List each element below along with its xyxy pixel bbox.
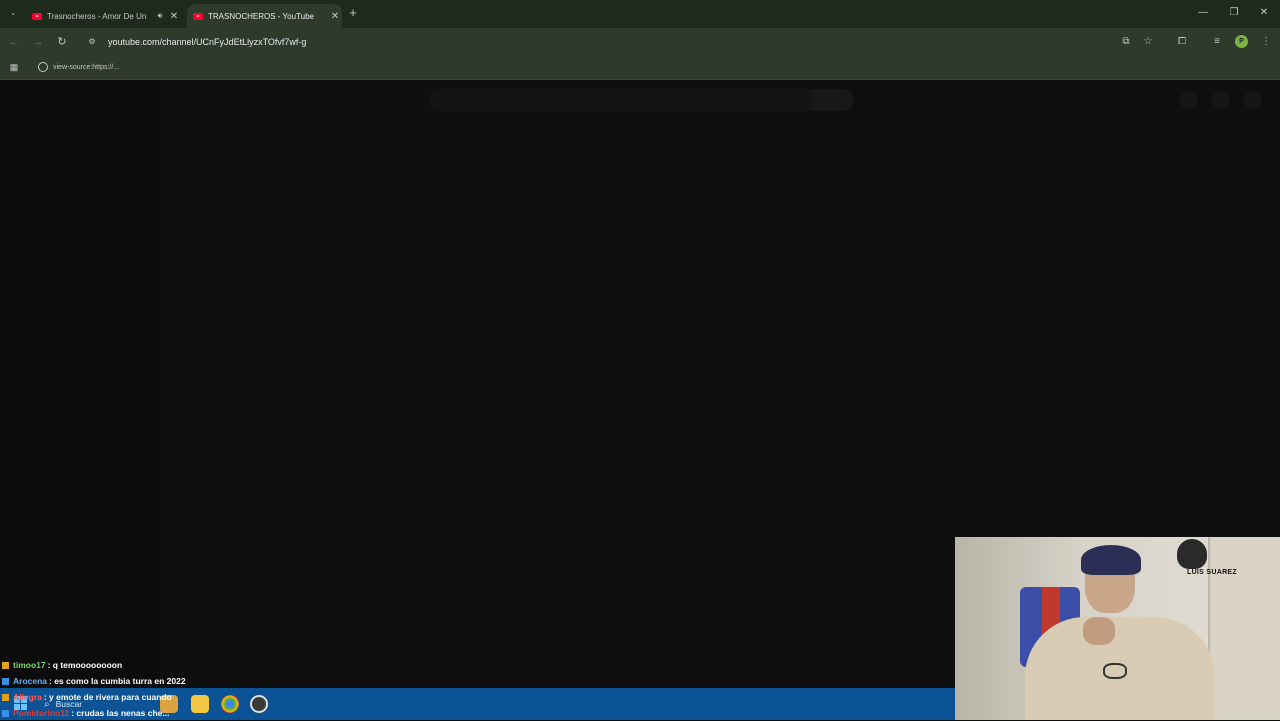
forward-icon[interactable]: → bbox=[30, 34, 46, 50]
chat-text: : es como la cumbia turra en 2022 bbox=[49, 675, 186, 686]
chat-message: Arocena : es como la cumbia turra en 202… bbox=[2, 673, 302, 689]
chat-badge-icon bbox=[2, 693, 9, 701]
stream-chat-overlay: timoo17 : q temoooooooon Arocena : es co… bbox=[2, 657, 302, 721]
close-icon[interactable]: ✕ bbox=[328, 11, 342, 22]
reload-icon[interactable]: ↻ bbox=[54, 34, 70, 50]
chat-username: Allegra bbox=[13, 691, 42, 702]
tab-title: TRASNOCHEROS - YouTube bbox=[208, 11, 314, 21]
media-controls-icon[interactable]: ≡ bbox=[1209, 34, 1225, 50]
kebab-menu-icon[interactable]: ⋮ bbox=[1258, 34, 1274, 50]
streamer-hair bbox=[1081, 545, 1141, 575]
chat-message: Pomidorino11 : crudas las nenas che... bbox=[2, 705, 302, 721]
chat-username: timoo17 bbox=[13, 659, 46, 670]
close-window-icon[interactable]: ✕ bbox=[1254, 6, 1274, 20]
chat-text: : y emote de rivera para cuando bbox=[43, 691, 172, 702]
address-bar[interactable]: ⚙ youtube.com/channel/UCnFyJdEtLlyzxTOfv… bbox=[80, 31, 1120, 53]
tab-trasnocheros-channel[interactable]: TRASNOCHEROS - YouTube ✕ bbox=[187, 4, 342, 28]
avatar-skeleton bbox=[1212, 91, 1230, 109]
restore-icon[interactable]: ❐ bbox=[1224, 6, 1244, 20]
search-skeleton bbox=[428, 89, 812, 111]
globe-icon bbox=[38, 62, 48, 72]
chevron-down-icon[interactable]: ⌄ bbox=[6, 7, 20, 21]
bookmark-view-source[interactable]: view-source:https://... bbox=[38, 60, 119, 74]
avatar-skeleton bbox=[1180, 91, 1198, 109]
tab-title: Trasnocheros - Amor De Un bbox=[47, 11, 147, 21]
site-info-icon[interactable]: ⚙ bbox=[86, 36, 98, 48]
chat-message: Allegra : y emote de rivera para cuando bbox=[2, 689, 302, 705]
apps-grid-icon[interactable]: ▦ bbox=[8, 61, 20, 73]
url-text: youtube.com/channel/UCnFyJdEtLlyzxTOfvf7… bbox=[108, 37, 307, 47]
youtube-icon bbox=[193, 12, 203, 20]
avatar-skeleton bbox=[1244, 91, 1262, 109]
chat-username: Pomidorino11 bbox=[13, 707, 70, 718]
tab-strip: ⌄ Trasnocheros - Amor De Un 🔊︎ ✕ TRASNOC… bbox=[0, 0, 1280, 28]
tab-trasnocheros-video[interactable]: Trasnocheros - Amor De Un 🔊︎ ✕ bbox=[26, 4, 181, 28]
browser-toolbar: ← → ↻ ⚙ youtube.com/channel/UCnFyJdEtLly… bbox=[0, 28, 1280, 55]
back-icon[interactable]: ← bbox=[6, 34, 22, 50]
chat-text: : crudas las nenas che... bbox=[71, 707, 170, 718]
install-icon[interactable]: ⧉ bbox=[1118, 34, 1134, 50]
webcam-overlay: LUIS SUAREZ bbox=[955, 537, 1280, 720]
bookmark-label: view-source:https://... bbox=[53, 63, 120, 71]
chat-badge-icon bbox=[2, 709, 9, 717]
search-button-skeleton bbox=[812, 89, 854, 111]
new-tab-icon[interactable]: + bbox=[346, 6, 360, 20]
chat-badge-icon bbox=[2, 661, 9, 669]
bookmarks-bar: ▦ view-source:https://... bbox=[0, 55, 1280, 80]
wall-text: LUIS SUAREZ bbox=[1187, 569, 1237, 576]
speaker-icon[interactable]: 🔊︎ bbox=[153, 11, 167, 21]
minimize-icon[interactable]: — bbox=[1193, 6, 1213, 20]
streamer-hand bbox=[1083, 617, 1115, 645]
wall-portrait-image bbox=[1177, 539, 1207, 569]
chat-message: timoo17 : q temoooooooon bbox=[2, 657, 302, 673]
profile-avatar[interactable]: P bbox=[1235, 35, 1248, 48]
sweater-logo bbox=[1103, 663, 1127, 679]
page-sidebar bbox=[0, 80, 160, 688]
close-icon[interactable]: ✕ bbox=[167, 11, 181, 22]
webcam-door bbox=[1208, 537, 1280, 720]
chat-username: Arocena bbox=[13, 675, 48, 686]
puzzle-icon[interactable]: ⧠ bbox=[1174, 34, 1190, 50]
star-icon[interactable]: ☆ bbox=[1140, 34, 1156, 50]
chat-text: : q temoooooooon bbox=[47, 659, 123, 670]
chat-badge-icon bbox=[2, 677, 9, 685]
youtube-icon bbox=[32, 12, 42, 20]
